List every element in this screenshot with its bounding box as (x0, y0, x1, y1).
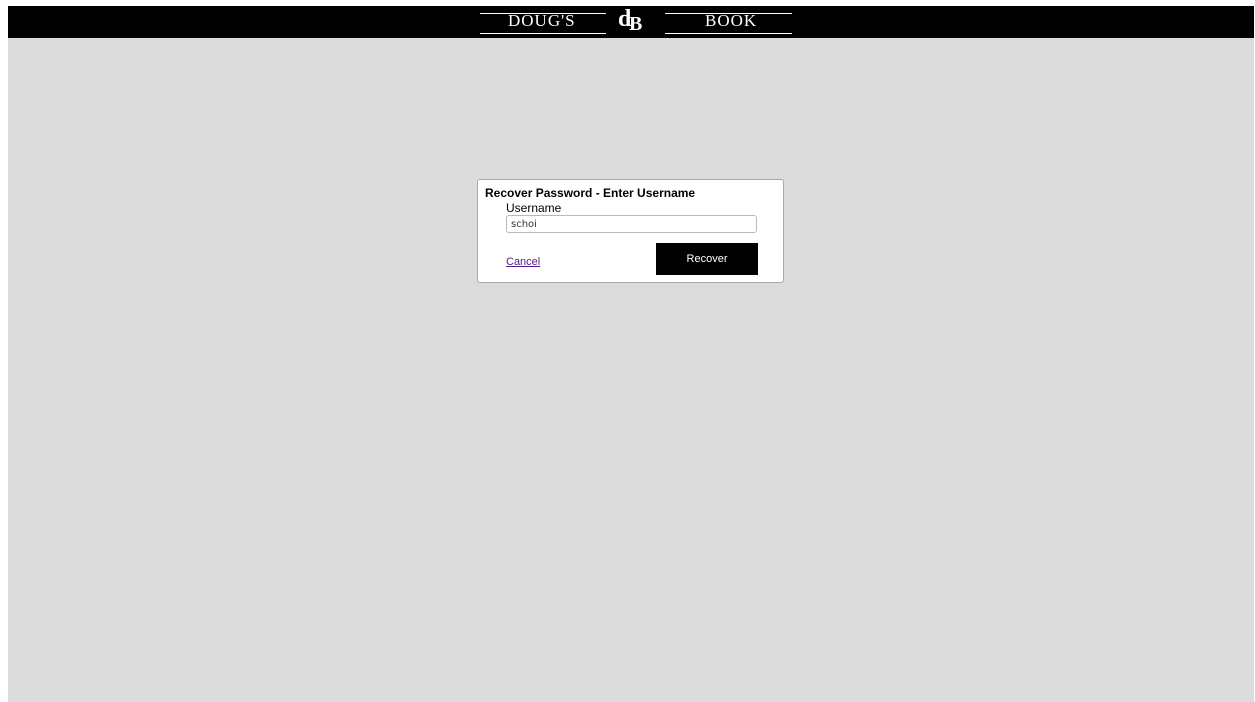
dougs-book-logo[interactable]: DOUG'S d B BOOK (470, 6, 792, 38)
cancel-link[interactable]: Cancel (506, 256, 540, 268)
logo-rule-bottom-left (480, 33, 606, 34)
db-monogram-icon: d B (618, 6, 648, 37)
logo-right-word: BOOK (705, 11, 758, 30)
recover-password-dialog: Recover Password - Enter Username Userna… (477, 179, 784, 283)
dialog-title: Recover Password - Enter Username (485, 186, 696, 200)
header-bar: DOUG'S d B BOOK (8, 6, 1254, 38)
recover-button[interactable]: Recover (656, 243, 758, 275)
username-input[interactable] (506, 215, 757, 233)
app-background: DOUG'S d B BOOK Recover Password - Enter… (8, 6, 1254, 702)
monogram-b: B (629, 13, 643, 35)
logo-left-word: DOUG'S (508, 11, 576, 30)
username-label: Username (506, 201, 562, 215)
logo-rule-bottom-right (665, 33, 792, 34)
